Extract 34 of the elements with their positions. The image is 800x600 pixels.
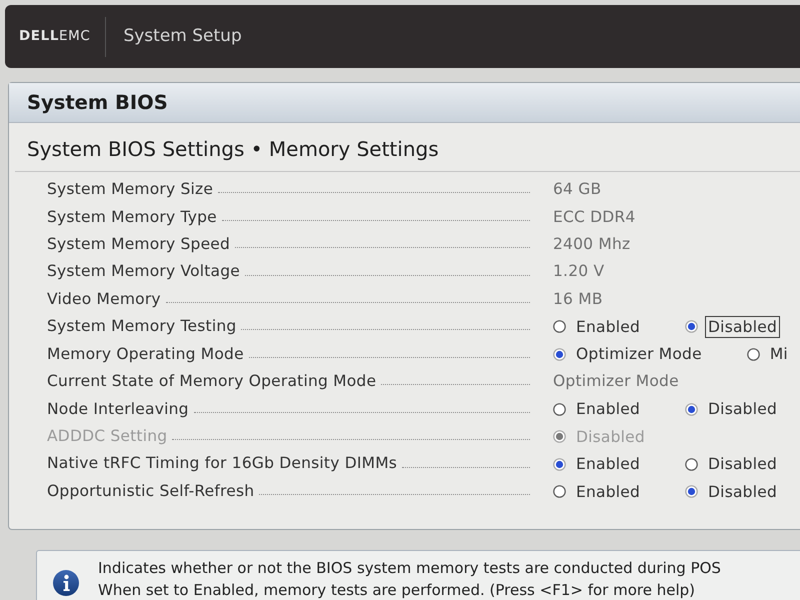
info-icon <box>53 570 79 596</box>
radio-option: Disabled <box>553 426 648 448</box>
radio-option[interactable]: Enabled <box>553 398 644 420</box>
radio-option[interactable]: Enabled <box>553 480 644 503</box>
setting-value: 2400 Mhz <box>553 234 630 255</box>
setting-label: System Memory Type <box>47 206 217 228</box>
setting-label: System Memory Size <box>47 179 214 200</box>
setting-label: ADDDC Setting <box>47 426 168 448</box>
setting-label: Current State of Memory Operating Mode <box>47 371 376 392</box>
radio-option[interactable]: Disabled <box>685 398 780 420</box>
radio-option[interactable]: Disabled <box>685 480 780 503</box>
app-title: System Setup <box>123 24 242 48</box>
setting-label: System Memory Voltage <box>47 261 240 282</box>
setting-label: Node Interleaving <box>47 398 189 420</box>
setting-label: System Memory Testing <box>47 316 236 338</box>
setting-value: Optimizer Mode <box>553 371 679 392</box>
setting-label: Native tRFC Timing for 16Gb Density DIMMs <box>47 453 398 474</box>
help-text: Indicates whether or not the BIOS system memory tests are conducted during POS When set to Enabled, memory tests are performed. (Press <F1> for more help) <box>98 558 721 600</box>
setting-label: Memory Operating Mode <box>47 344 244 365</box>
setting-value: 64 GB <box>553 179 602 200</box>
setting-label: Opportunistic Self-Refresh <box>47 480 254 502</box>
logo-text: DELLEMC <box>18 27 90 46</box>
radio-option[interactable]: Optimizer Mode <box>553 343 705 366</box>
radio-option[interactable]: Disabled <box>685 453 780 476</box>
radio-option[interactable]: Enabled <box>553 453 644 476</box>
setting-label: System Memory Speed <box>47 234 230 255</box>
setting-value: 1.20 V <box>553 261 604 282</box>
panel-title: System BIOS <box>9 83 800 123</box>
radio-option[interactable]: Enabled <box>553 316 644 338</box>
setting-value: 16 MB <box>553 288 603 310</box>
setting-label: Video Memory <box>47 288 161 310</box>
radio-option[interactable]: Mi <box>746 343 791 366</box>
setting-value: ECC DDR4 <box>553 206 636 228</box>
page-heading: System BIOS Settings • Memory Settings <box>15 123 800 172</box>
